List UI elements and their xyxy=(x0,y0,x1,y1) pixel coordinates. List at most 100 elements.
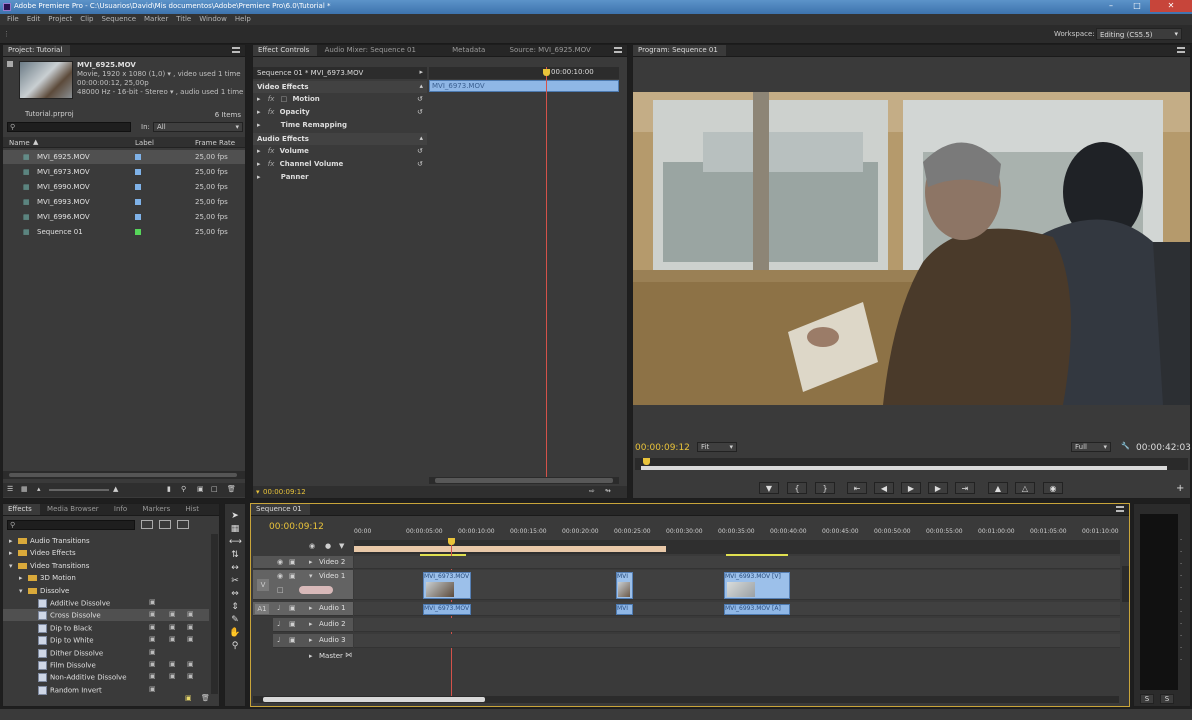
go-to-out-button[interactable]: ⇥ xyxy=(955,482,975,494)
effects-tree-item[interactable]: Non-Additive Dissolve ▣ ▣ ▣ xyxy=(3,671,209,683)
program-playhead-icon[interactable] xyxy=(643,458,650,465)
wrench-icon[interactable]: 🔧 xyxy=(1121,442,1130,450)
scroll-thumb[interactable] xyxy=(9,473,237,477)
timeline-clip[interactable]: MVI xyxy=(616,604,633,615)
timeline-vscroll[interactable] xyxy=(1122,566,1129,602)
mark-in-button[interactable]: { xyxy=(787,482,807,494)
reset-icon[interactable]: ↺ xyxy=(417,95,423,103)
program-time-ruler[interactable] xyxy=(635,458,1188,470)
ec-playhead-icon[interactable] xyxy=(543,69,550,76)
effects-tree-item[interactable]: ▸ Video Effects xyxy=(3,547,209,559)
ec-hscroll[interactable] xyxy=(429,477,619,484)
panel-menu-icon[interactable] xyxy=(1116,506,1124,512)
play-button[interactable]: ▶ xyxy=(901,482,921,494)
solo-right-button[interactable]: S xyxy=(1160,694,1174,704)
maximize-icon[interactable]: □ xyxy=(1124,0,1150,12)
minimize-icon[interactable]: – xyxy=(1098,0,1124,12)
lock-icon[interactable]: ▣ xyxy=(289,636,296,644)
tab-media-browser[interactable]: Media Browser xyxy=(42,504,107,515)
selection-tool-icon[interactable]: ➤ xyxy=(229,510,241,523)
effects-tree-item[interactable]: Random Invert ▣ xyxy=(3,684,209,696)
expand-icon[interactable]: ▸ xyxy=(309,620,313,628)
hand-tool-icon[interactable]: ✋ xyxy=(229,627,241,640)
32bit-effects-icon[interactable] xyxy=(159,520,171,529)
label-color-swatch[interactable] xyxy=(135,214,141,220)
toggle-loop-icon[interactable]: ↬ xyxy=(605,487,611,495)
effects-tree-item[interactable]: Dither Dissolve ▣ xyxy=(3,647,209,659)
lock-icon[interactable]: ▣ xyxy=(289,572,296,580)
tab-effects[interactable]: Effects xyxy=(3,504,40,515)
chevron-right-icon[interactable]: ▸ xyxy=(419,68,423,76)
new-item-icon[interactable]: □ xyxy=(211,485,218,493)
work-area-bar[interactable] xyxy=(354,546,666,552)
timeline-clip[interactable]: MVI_6973.MOV xyxy=(423,604,471,615)
track-select-tool-icon[interactable]: ▦ xyxy=(229,523,241,536)
pen-tool-icon[interactable]: ✎ xyxy=(229,614,241,627)
speaker-icon[interactable]: ♩ xyxy=(277,604,280,612)
go-to-in-button[interactable]: ⇤ xyxy=(847,482,867,494)
expand-icon[interactable]: ▸ xyxy=(9,549,13,557)
tab-source[interactable]: Source: MVI_6925.MOV xyxy=(496,45,599,56)
col-label[interactable]: Label xyxy=(135,139,154,147)
workspace-select[interactable]: Editing (CS5.5) ▾ xyxy=(1096,28,1182,40)
yuv-effects-icon[interactable] xyxy=(177,520,189,529)
tab-info[interactable]: Info xyxy=(109,504,135,515)
project-search-input[interactable]: ⚲ xyxy=(7,122,131,132)
effects-tree-item[interactable]: Additive Dissolve ▣ xyxy=(3,597,209,609)
timeline-timecode[interactable]: 00:00:09:12 xyxy=(269,522,324,532)
effects-tree-item[interactable]: Cross Dissolve ▣ ▣ ▣ xyxy=(3,609,209,622)
menu-file[interactable]: File xyxy=(4,14,24,25)
panel-menu-icon[interactable] xyxy=(614,47,622,53)
expand-icon[interactable]: ▸ xyxy=(309,558,313,566)
expand-icon[interactable]: ▸ xyxy=(257,147,261,155)
display-style-icon[interactable]: □ xyxy=(277,586,284,594)
zoom-slider[interactable] xyxy=(49,489,109,491)
reset-icon[interactable]: ↺ xyxy=(417,160,423,168)
timeline-playhead-icon[interactable] xyxy=(448,538,455,545)
list-view-icon[interactable]: ☰ xyxy=(7,485,13,493)
effects-tree-item[interactable]: ▸ Audio Transitions xyxy=(3,535,209,547)
menu-title[interactable]: Title xyxy=(173,14,196,25)
project-item[interactable]: ▦ MVI_6925.MOV 25,00 fps xyxy=(3,150,245,164)
lift-button[interactable]: ▲ xyxy=(988,482,1008,494)
label-color-swatch[interactable] xyxy=(135,199,141,205)
eye-icon[interactable]: ◉ xyxy=(277,572,283,580)
ripple-edit-tool-icon[interactable]: ⟷ xyxy=(229,536,242,549)
solo-left-button[interactable]: S xyxy=(1140,694,1154,704)
panel-menu-icon[interactable] xyxy=(232,47,240,53)
effects-tree-item[interactable]: Dip to Black ▣ ▣ ▣ xyxy=(3,622,209,634)
label-color-swatch[interactable] xyxy=(135,154,141,160)
lock-icon[interactable]: ▣ xyxy=(289,620,296,628)
effects-tree-item[interactable]: ▾ Video Transitions xyxy=(3,560,209,572)
project-item[interactable]: ▦ Sequence 01 25,00 fps xyxy=(3,225,245,239)
add-marker-button[interactable]: ▼ xyxy=(759,482,779,494)
tab-effect-controls[interactable]: Effect Controls xyxy=(253,45,318,56)
play-only-audio-icon[interactable]: ⇨ xyxy=(589,487,595,495)
close-icon[interactable]: ✕ xyxy=(1150,0,1192,12)
eye-icon[interactable]: ◉ xyxy=(277,558,283,566)
project-item[interactable]: ▦ MVI_6996.MOV 25,00 fps xyxy=(3,210,245,224)
tab-history[interactable]: Hist xyxy=(180,504,207,515)
project-hscroll[interactable] xyxy=(3,471,245,479)
effect-motion[interactable]: ▸ fx □ Motion ↺ xyxy=(257,95,427,109)
razor-tool-icon[interactable]: ✂ xyxy=(229,575,241,588)
col-name[interactable]: Name xyxy=(9,139,30,147)
effects-tree-item[interactable]: ▸ 3D Motion xyxy=(3,572,209,584)
tab-sequence[interactable]: Sequence 01 xyxy=(251,504,310,515)
set-encore-marker-icon[interactable]: ● xyxy=(325,542,331,550)
zoom-select[interactable]: Fit ▾ xyxy=(697,442,737,452)
timeline-clip[interactable]: MVI_6993.MOV [A] xyxy=(724,604,790,615)
effects-tree-item[interactable]: Film Dissolve ▣ ▣ ▣ xyxy=(3,659,209,671)
snap-icon[interactable]: ◉ xyxy=(309,542,315,550)
play-icon[interactable] xyxy=(7,61,13,67)
speaker-icon[interactable]: ♩ xyxy=(277,636,280,644)
export-frame-button[interactable]: ◉ xyxy=(1043,482,1063,494)
quality-select[interactable]: Full ▾ xyxy=(1071,442,1111,452)
effects-search-input[interactable]: ⚲ xyxy=(7,520,135,530)
expand-icon[interactable]: ▸ xyxy=(309,636,313,644)
automate-icon[interactable]: ▮ xyxy=(167,485,171,493)
new-bin-icon[interactable]: ▣ xyxy=(197,485,204,493)
menu-project[interactable]: Project xyxy=(45,14,77,25)
reset-icon[interactable]: ↺ xyxy=(417,108,423,116)
expand-icon[interactable]: ▸ xyxy=(309,604,313,612)
